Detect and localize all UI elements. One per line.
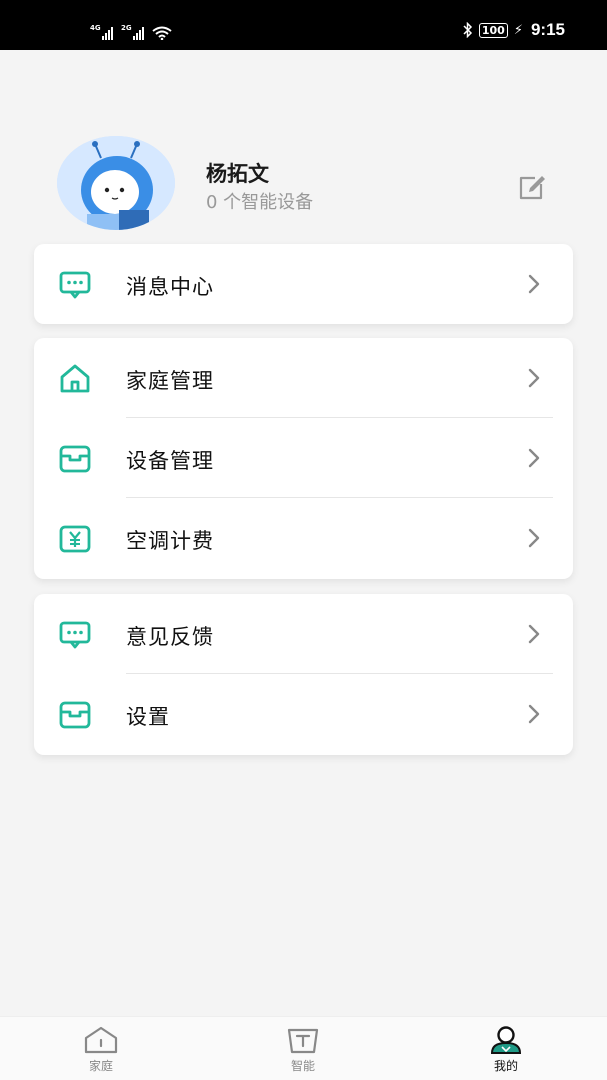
signal-2g-icon: 2G bbox=[121, 24, 144, 40]
menu-item-feedback[interactable]: 意见反馈 bbox=[34, 594, 573, 674]
menu-item-label: 设置 bbox=[126, 705, 170, 729]
chevron-right-icon bbox=[528, 704, 540, 724]
battery-icon: 100 bbox=[478, 22, 508, 38]
signal-2g-label: 2G bbox=[121, 24, 132, 32]
username: 杨拓文 bbox=[206, 162, 269, 186]
clock: 9:15 bbox=[530, 20, 565, 39]
menu-card-management: 家庭管理 设备管理 空调计费 bbox=[34, 338, 573, 579]
status-bar: 4G 2G 100 ⚡ 9:15 bbox=[0, 0, 607, 50]
signal-4g-label: 4G bbox=[90, 24, 101, 32]
charging-icon: ⚡ bbox=[513, 22, 523, 38]
tab-smart[interactable]: 智能 bbox=[263, 1025, 343, 1080]
tab-label: 智能 bbox=[290, 1059, 315, 1073]
chevron-right-icon bbox=[528, 624, 540, 644]
tab-home[interactable]: 家庭 bbox=[61, 1025, 141, 1080]
tab-label: 我的 bbox=[493, 1059, 518, 1073]
profile-header: 杨拓文 0 个智能设备 bbox=[0, 120, 607, 240]
home-tab-icon bbox=[84, 1026, 118, 1054]
profile-tab-icon bbox=[490, 1026, 522, 1054]
chevron-right-icon bbox=[528, 448, 540, 468]
menu-card-support: 意见反馈 设置 bbox=[34, 594, 573, 755]
menu-item-label: 意见反馈 bbox=[126, 625, 214, 649]
settings-box-icon bbox=[59, 701, 91, 729]
menu-item-message-center[interactable]: 消息中心 bbox=[34, 244, 573, 324]
avatar[interactable] bbox=[57, 136, 175, 230]
edit-profile-icon[interactable] bbox=[517, 172, 549, 204]
menu-item-label: 消息中心 bbox=[126, 275, 214, 299]
menu-card-messages: 消息中心 bbox=[34, 244, 573, 324]
chevron-right-icon bbox=[528, 274, 540, 294]
device-count: 0 个智能设备 bbox=[206, 192, 314, 213]
device-box-icon bbox=[59, 445, 91, 473]
menu-item-home-management[interactable]: 家庭管理 bbox=[34, 338, 573, 418]
menu-item-ac-billing[interactable]: 空调计费 bbox=[34, 498, 573, 578]
feedback-icon bbox=[59, 621, 91, 649]
home-icon bbox=[60, 364, 90, 393]
bluetooth-icon bbox=[463, 22, 472, 38]
chevron-right-icon bbox=[528, 528, 540, 548]
menu-item-label: 设备管理 bbox=[126, 449, 214, 473]
menu-item-label: 家庭管理 bbox=[126, 369, 214, 393]
menu-item-settings[interactable]: 设置 bbox=[34, 674, 573, 754]
tab-mine[interactable]: 我的 bbox=[466, 1025, 546, 1080]
bottom-tab-bar: 家庭 智能 我的 bbox=[0, 1016, 607, 1080]
menu-item-label: 空调计费 bbox=[126, 529, 214, 553]
chevron-right-icon bbox=[528, 368, 540, 388]
menu-item-device-management[interactable]: 设备管理 bbox=[34, 418, 573, 498]
yuan-bill-icon bbox=[59, 525, 91, 553]
message-icon bbox=[59, 271, 91, 299]
wifi-icon bbox=[152, 26, 172, 40]
signal-group: 4G 2G bbox=[90, 20, 172, 40]
tab-label: 家庭 bbox=[88, 1059, 113, 1073]
smart-tab-icon bbox=[287, 1028, 319, 1054]
status-right: 100 ⚡ 9:15 bbox=[463, 18, 565, 42]
signal-4g-icon: 4G bbox=[90, 24, 113, 40]
